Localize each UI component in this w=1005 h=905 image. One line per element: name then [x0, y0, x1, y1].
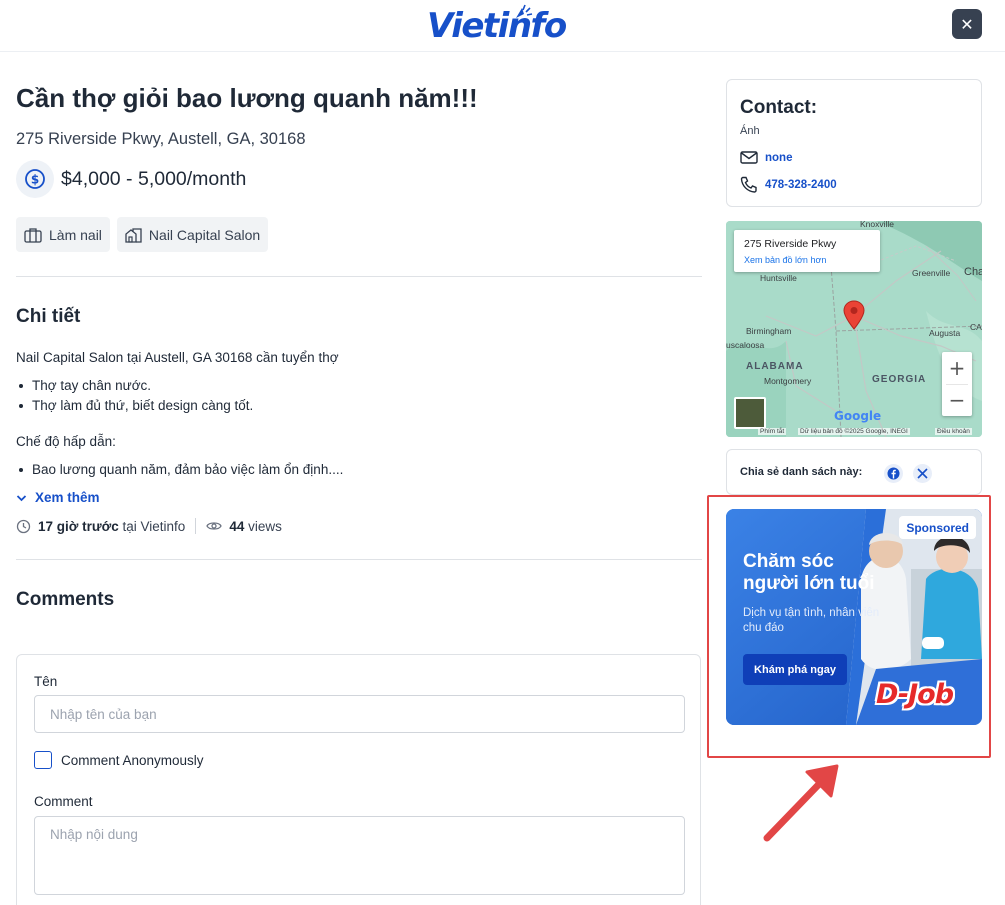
divider	[16, 276, 702, 277]
map-data-attribution: Dữ liệu bản đồ ©2025 Google, INEGI	[798, 428, 910, 435]
name-label: Tên	[34, 674, 58, 689]
job-tags: Làm nail Nail Capital Salon	[16, 217, 269, 252]
details-heading: Chi tiết	[16, 306, 81, 327]
mail-icon	[740, 151, 758, 164]
annotation-arrow-icon	[763, 764, 839, 842]
benefits-heading: Chế độ hấp dẫn:	[16, 434, 116, 449]
djob-logo: D-Job	[876, 679, 954, 710]
comment-textarea[interactable]	[34, 816, 685, 895]
list-item: Bao lương quanh năm, đảm bảo việc làm ổn…	[16, 460, 343, 480]
job-title: Cần thợ giỏi bao lương quanh năm!!!	[16, 83, 478, 113]
contact-email-text: none	[765, 151, 793, 164]
briefcase-icon	[24, 227, 42, 243]
contact-card: Contact: Ánh none 478-328-2400	[726, 79, 982, 207]
map-popup-title: 275 Riverside Pkwy	[744, 238, 837, 250]
contact-phone-text: 478-328-2400	[765, 178, 837, 191]
sponsored-badge: Sponsored	[899, 516, 976, 539]
map-pin-icon	[843, 300, 865, 330]
map-label: Birmingham	[746, 326, 792, 336]
post-meta: 17 giờ trước tại Vietinfo 44 views	[16, 518, 282, 534]
map-label: Cha	[964, 266, 982, 278]
logo-spark-icon	[516, 4, 533, 18]
map-label: Augusta	[929, 328, 961, 338]
map-label: GEORGIA	[872, 374, 927, 385]
clock-icon	[16, 519, 31, 533]
vietinfo-logo[interactable]: Vietinfo	[427, 4, 567, 48]
dollar-icon: $	[16, 160, 54, 198]
phone-icon	[740, 176, 757, 193]
map-label: Greenville	[912, 268, 951, 278]
map-label: ALABAMA	[746, 361, 804, 372]
facebook-share-button[interactable]	[884, 464, 903, 483]
contact-heading: Contact:	[740, 97, 818, 118]
contact-name: Ánh	[740, 125, 760, 137]
map-info-popup: 275 Riverside Pkwy Xem bản đồ lớn hơn	[734, 230, 880, 272]
tag-category[interactable]: Làm nail	[16, 217, 110, 252]
share-label: Chia sẻ danh sách này:	[740, 466, 863, 478]
map-footer: Phím tắt Dữ liệu bản đồ ©2025 Google, IN…	[726, 427, 982, 437]
zoom-in-button[interactable]: +	[942, 352, 972, 384]
zoom-separator	[946, 384, 968, 385]
job-address: 275 Riverside Pkwy, Austell, GA, 30168	[16, 130, 306, 148]
map-label: CA	[970, 322, 982, 332]
contact-phone[interactable]: 478-328-2400	[740, 176, 837, 193]
map-shortcuts-link[interactable]: Phím tắt	[758, 428, 787, 435]
views-label: views	[248, 518, 282, 534]
map-label: Knoxville	[860, 221, 895, 229]
anonymous-checkbox[interactable]	[34, 751, 52, 769]
list-item: Thợ làm đủ thứ, biết design càng tốt.	[16, 396, 253, 416]
details-intro: Nail Capital Salon tại Austell, GA 30168…	[16, 350, 339, 365]
tag-salon-label: Nail Capital Salon	[148, 226, 261, 243]
tag-salon[interactable]: Nail Capital Salon	[116, 217, 269, 252]
facebook-icon	[887, 467, 900, 480]
close-button[interactable]: ✕	[952, 9, 982, 39]
salary-row: $ $4,000 - 5,000/month	[16, 160, 246, 198]
benefits-list: Bao lương quanh năm, đảm bảo việc làm ổn…	[16, 460, 343, 480]
posted-time: 17 giờ trước	[38, 518, 119, 534]
anonymous-option: Comment Anonymously	[34, 751, 204, 769]
map-terms-link[interactable]: Điều khoản	[935, 428, 972, 435]
map-label: Montgomery	[764, 376, 812, 386]
logo-text: Vietinfo	[427, 6, 567, 46]
sponsored-ad[interactable]: Sponsored Chăm sóc người lớn tuổi Dịch v…	[726, 509, 982, 725]
map-label: uscaloosa	[726, 340, 765, 350]
comment-form: Tên Comment Anonymously Comment	[16, 654, 701, 905]
see-more-label: Xem thêm	[35, 490, 100, 505]
see-more-link[interactable]: Xem thêm	[16, 490, 100, 505]
views-count: 44	[229, 518, 245, 534]
x-share-button[interactable]	[913, 464, 932, 483]
google-logo-text: Google	[834, 409, 882, 423]
eye-icon	[206, 522, 223, 530]
posted-source: tại Vietinfo	[122, 518, 186, 534]
comment-label: Comment	[34, 794, 93, 809]
building-icon	[125, 227, 142, 243]
chevron-down-icon	[16, 494, 27, 501]
satellite-toggle[interactable]	[734, 397, 766, 429]
map-label: Huntsville	[760, 273, 797, 283]
divider	[16, 559, 702, 560]
meta-separator	[195, 518, 197, 534]
requirements-list: Thợ tay chân nước. Thợ làm đủ thứ, biết …	[16, 376, 253, 416]
ad-cta-button[interactable]: Khám phá ngay	[743, 654, 847, 685]
anonymous-label: Comment Anonymously	[61, 752, 204, 768]
google-map[interactable]: Knoxville Huntsville Greenville Cha Birm…	[726, 221, 982, 437]
top-header: Vietinfo ✕	[0, 0, 1005, 52]
zoom-out-button[interactable]: −	[942, 384, 972, 416]
svg-text:$: $	[31, 173, 39, 187]
share-card: Chia sẻ danh sách này:	[726, 449, 982, 495]
ad-subline: Dịch vụ tận tình, nhân viên chu đáo	[743, 607, 880, 634]
ad-headline: Chăm sóc người lớn tuổi	[743, 551, 875, 594]
map-zoom-controls: + −	[942, 352, 972, 416]
x-twitter-icon	[917, 468, 928, 479]
list-item: Thợ tay chân nước.	[16, 376, 253, 396]
name-input[interactable]	[34, 695, 685, 733]
comments-heading: Comments	[16, 589, 115, 610]
tag-category-label: Làm nail	[49, 226, 102, 243]
larger-map-link[interactable]: Xem bản đồ lớn hơn	[744, 255, 826, 265]
google-logo: Google	[834, 409, 881, 423]
salary-text: $4,000 - 5,000/month	[61, 167, 247, 190]
contact-email[interactable]: none	[740, 151, 792, 164]
